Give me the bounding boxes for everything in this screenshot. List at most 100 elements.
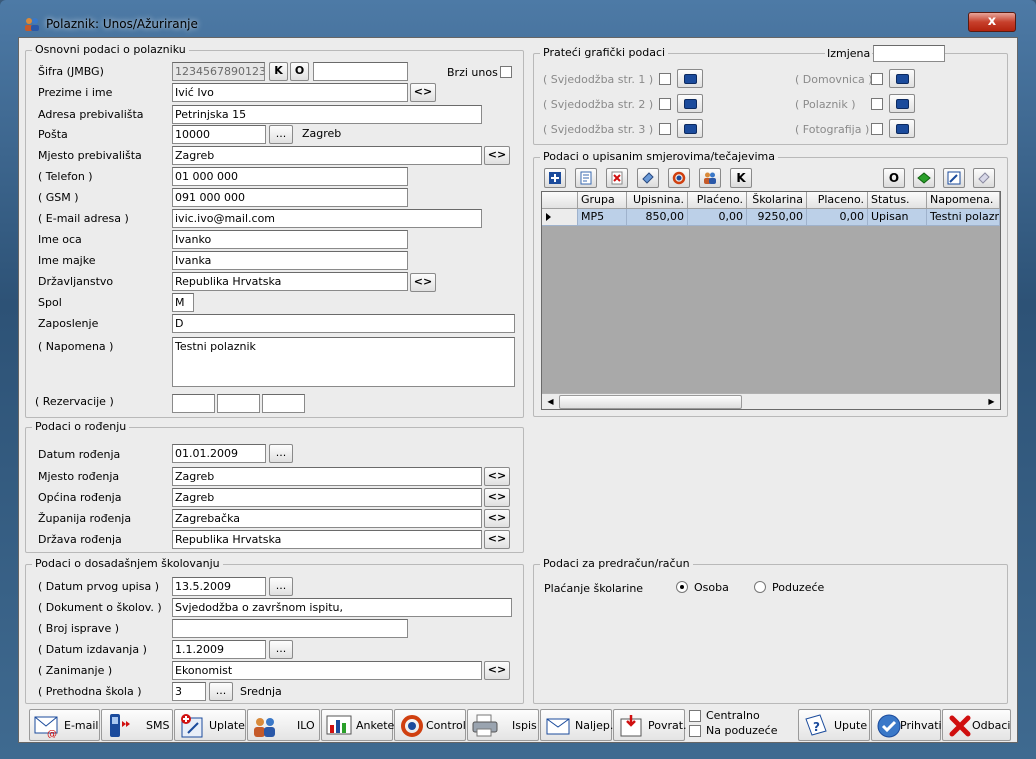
zupanija-rodjenja-lookup-button[interactable]: <> — [484, 509, 510, 528]
tag-icon[interactable] — [637, 168, 659, 188]
column-header[interactable]: Plaćeno. — [688, 192, 747, 209]
enrollment-table[interactable]: Grupa Upisnina. Plaćeno. Školarina Place… — [541, 191, 1001, 410]
majka-field[interactable]: Ivanka — [172, 251, 408, 270]
scroll-left-icon[interactable]: ◀ — [543, 395, 558, 409]
zupanija-rodjenja-field[interactable]: Zagrebačka — [172, 509, 482, 528]
fotografija-camera-icon[interactable] — [889, 119, 915, 138]
zaposlenje-field[interactable]: D — [172, 314, 515, 333]
prihvati-button[interactable]: Prihvati — [871, 709, 942, 741]
book-icon[interactable] — [913, 168, 935, 188]
scroll-right-icon[interactable]: ▶ — [984, 395, 999, 409]
polaznik-checkbox[interactable] — [871, 98, 883, 110]
table-cell[interactable]: Upisan — [868, 209, 927, 226]
table-cell[interactable]: MP5 — [578, 209, 627, 226]
column-header[interactable]: Školarina — [747, 192, 807, 209]
drzava-rodjenja-field[interactable]: Republika Hrvatska — [172, 530, 482, 549]
table-cell[interactable]: 9250,00 — [747, 209, 807, 226]
svjedodzba-1-checkbox[interactable] — [659, 73, 671, 85]
zanimanje-lookup-button[interactable]: <> — [484, 661, 510, 680]
column-header[interactable]: Grupa — [578, 192, 627, 209]
prezime-lookup-button[interactable]: <> — [410, 83, 436, 102]
close-button[interactable]: x — [968, 12, 1016, 32]
datum-rodjenja-button[interactable]: ... — [269, 444, 293, 463]
drzavljanstvo-lookup-button[interactable]: <> — [410, 273, 436, 292]
rezervacije-field-3[interactable] — [262, 394, 305, 413]
email-button[interactable]: @ E-mail — [29, 709, 100, 741]
email-field[interactable]: ivic.ivo@mail.com — [172, 209, 482, 228]
opcina-rodjenja-lookup-button[interactable]: <> — [484, 488, 510, 507]
broj-isprave-field[interactable] — [172, 619, 408, 638]
sms-button[interactable]: SMS — [101, 709, 173, 741]
brzi-unos-checkbox[interactable] — [500, 66, 512, 78]
svjedodzba-1-camera-icon[interactable] — [677, 69, 703, 88]
rezervacije-field-2[interactable] — [217, 394, 260, 413]
poduzece-radio[interactable] — [754, 581, 766, 593]
telefon-field[interactable]: 01 000 000 — [172, 167, 408, 186]
table-cell[interactable]: Testni polazni — [927, 209, 1000, 226]
column-header[interactable]: Upisnina. — [627, 192, 688, 209]
pencil-icon[interactable] — [943, 168, 965, 188]
uplate-button[interactable]: Uplate — [174, 709, 246, 741]
upute-button[interactable]: ? Upute — [798, 709, 870, 741]
mjesto-rodjenja-lookup-button[interactable]: <> — [484, 467, 510, 486]
prezime-field[interactable]: Ivić Ivo — [172, 83, 408, 102]
rezervacije-field-1[interactable] — [172, 394, 215, 413]
polaznik-camera-icon[interactable] — [889, 94, 915, 113]
delete-icon[interactable] — [606, 168, 628, 188]
otac-field[interactable]: Ivanko — [172, 230, 408, 249]
domovnica-camera-icon[interactable] — [889, 69, 915, 88]
table-cell[interactable]: 0,00 — [807, 209, 868, 226]
svjedodzba-3-camera-icon[interactable] — [677, 119, 703, 138]
svjedodzba-2-camera-icon[interactable] — [677, 94, 703, 113]
fotografija-checkbox[interactable] — [871, 123, 883, 135]
naljep-button[interactable]: Naljep. — [540, 709, 613, 741]
povrat-button[interactable]: Povrat. — [613, 709, 687, 741]
column-header[interactable]: Placeno. — [807, 192, 868, 209]
prethodna-skola-field[interactable]: 3 — [172, 682, 206, 701]
table-cell[interactable]: 0,00 — [688, 209, 747, 226]
adresa-field[interactable]: Petrinjska 15 — [172, 105, 482, 124]
sifra-extra-field[interactable] — [313, 62, 408, 81]
odbaci-button[interactable]: Odbaci — [942, 709, 1011, 741]
na-poduzece-checkbox[interactable] — [689, 725, 701, 737]
scroll-thumb[interactable] — [559, 395, 742, 409]
drzava-rodjenja-lookup-button[interactable]: <> — [484, 530, 510, 549]
ilo-button[interactable]: ILO — [247, 709, 320, 741]
edit-document-icon[interactable] — [575, 168, 597, 188]
posta-browse-button[interactable]: ... — [269, 125, 293, 144]
refresh-icon[interactable] — [668, 168, 690, 188]
dokument-field[interactable]: Svjedodžba o završnom ispitu, — [172, 598, 512, 617]
sifra-field[interactable]: 1234567890123 — [172, 62, 265, 81]
opcina-rodjenja-field[interactable]: Zagreb — [172, 488, 482, 507]
centralno-checkbox[interactable] — [689, 710, 701, 722]
eraser-icon[interactable] — [973, 168, 995, 188]
k-button[interactable]: K — [269, 62, 288, 81]
domovnica-checkbox[interactable] — [871, 73, 883, 85]
table-cell[interactable]: 850,00 — [627, 209, 688, 226]
datum-upisa-field[interactable]: 13.5.2009 — [172, 577, 266, 596]
napomena-field[interactable]: Testni polaznik — [172, 337, 515, 387]
mjesto-lookup-button[interactable]: <> — [484, 146, 510, 165]
datum-izdavanja-field[interactable]: 1.1.2009 — [172, 640, 266, 659]
horizontal-scrollbar[interactable]: ◀ ▶ — [542, 393, 1000, 409]
svjedodzba-2-checkbox[interactable] — [659, 98, 671, 110]
datum-rodjenja-field[interactable]: 01.01.2009 — [172, 444, 266, 463]
row-pointer-icon[interactable] — [542, 209, 578, 226]
izmjena-field[interactable] — [873, 45, 945, 62]
datum-izdavanja-button[interactable]: ... — [269, 640, 293, 659]
add-icon[interactable] — [544, 168, 566, 188]
column-header[interactable]: Napomena. — [927, 192, 1000, 209]
svjedodzba-3-checkbox[interactable] — [659, 123, 671, 135]
posta-field[interactable]: 10000 — [172, 125, 266, 144]
k-button[interactable]: K — [730, 168, 752, 188]
mjesto-field[interactable]: Zagreb — [172, 146, 482, 165]
spol-field[interactable]: M — [172, 293, 194, 312]
o-button[interactable]: O — [290, 62, 309, 81]
o-button[interactable]: O — [883, 168, 905, 188]
datum-upisa-button[interactable]: ... — [269, 577, 293, 596]
zanimanje-field[interactable]: Ekonomist — [172, 661, 482, 680]
ispis-button[interactable]: Ispis — [467, 709, 539, 741]
users-icon[interactable] — [699, 168, 721, 188]
mjesto-rodjenja-field[interactable]: Zagreb — [172, 467, 482, 486]
gsm-field[interactable]: 091 000 000 — [172, 188, 408, 207]
